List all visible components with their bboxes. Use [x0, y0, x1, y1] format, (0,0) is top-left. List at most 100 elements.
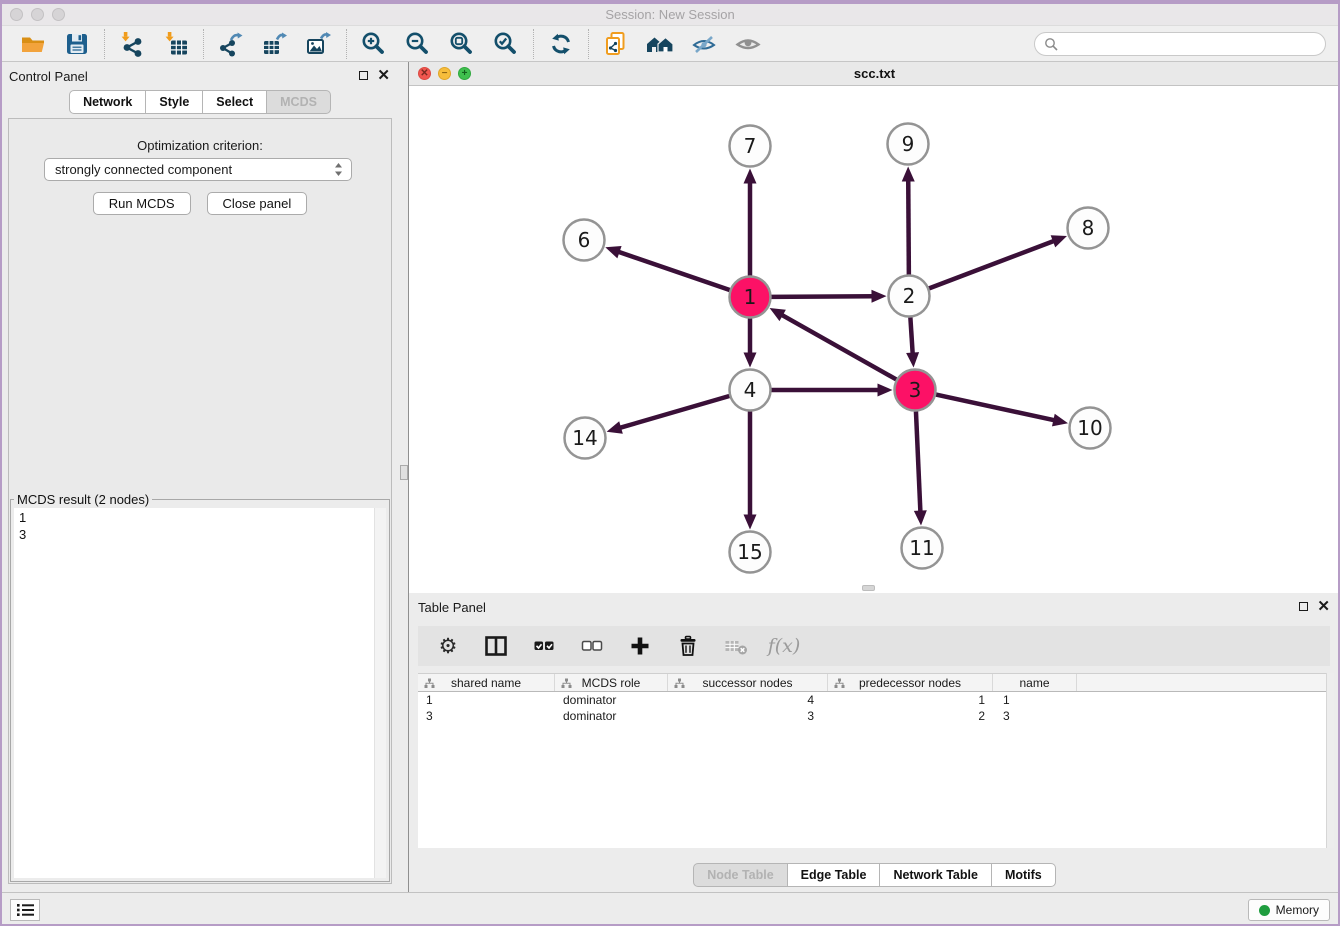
close-window-button[interactable] — [10, 8, 23, 21]
edge-4-14[interactable] — [619, 396, 729, 428]
network-zoom-button[interactable]: + — [458, 67, 471, 80]
tab-network[interactable]: Network — [69, 90, 146, 114]
minimize-window-button[interactable] — [31, 8, 44, 21]
tab-network-table[interactable]: Network Table — [880, 863, 992, 887]
edge-2-3[interactable] — [910, 317, 912, 354]
edge-3-10[interactable] — [936, 395, 1055, 421]
table-cell[interactable]: dominator — [555, 708, 668, 724]
delete-table-button[interactable] — [723, 633, 749, 659]
hide-graphics-details-button[interactable] — [690, 30, 718, 58]
import-network-icon — [119, 31, 145, 57]
tab-motifs[interactable]: Motifs — [992, 863, 1056, 887]
table-cell[interactable]: 3 — [418, 708, 555, 724]
export-network-icon — [218, 31, 244, 57]
show-graphics-details-button[interactable] — [734, 30, 762, 58]
table-cell[interactable]: 3 — [668, 708, 828, 724]
save-session-button[interactable] — [63, 30, 91, 58]
close-control-panel-button[interactable]: ✕ — [377, 70, 390, 82]
table-settings-button[interactable]: ⚙ — [435, 633, 461, 659]
splitter-grabber[interactable] — [400, 465, 408, 480]
open-session-button[interactable] — [19, 30, 47, 58]
edge-1-6[interactable] — [618, 252, 730, 290]
float-table-panel-button[interactable] — [1299, 599, 1308, 614]
import-table-button[interactable] — [162, 30, 190, 58]
table-cell[interactable]: 1 — [993, 692, 1077, 708]
network-window-titlebar[interactable]: ✕ − + scc.txt — [409, 62, 1340, 86]
tab-select[interactable]: Select — [203, 90, 267, 114]
table-cell[interactable]: dominator — [555, 692, 668, 708]
export-network-button[interactable] — [217, 30, 245, 58]
network-minimize-button[interactable]: − — [438, 67, 451, 80]
edge-arrowhead — [1052, 414, 1068, 427]
zoom-fit-button[interactable] — [448, 30, 476, 58]
table-row[interactable]: 1dominator411 — [418, 692, 1334, 708]
search-box — [1034, 32, 1326, 56]
hide-all-columns-button[interactable] — [579, 633, 605, 659]
table-scrollbar[interactable] — [1326, 673, 1334, 848]
zoom-in-button[interactable] — [360, 30, 388, 58]
show-all-columns-button[interactable] — [531, 633, 557, 659]
table-cell[interactable]: 1 — [418, 692, 555, 708]
tab-node-table[interactable]: Node Table — [693, 863, 787, 887]
delete-column-button[interactable] — [675, 633, 701, 659]
tab-edge-table[interactable]: Edge Table — [788, 863, 881, 887]
column-header-predecessor-nodes[interactable]: predecessor nodes — [828, 674, 993, 691]
application-window: Session: New Session — [0, 0, 1340, 926]
create-column-button[interactable] — [627, 633, 653, 659]
column-header-shared-name[interactable]: shared name — [418, 674, 555, 691]
float-control-panel-button[interactable] — [359, 68, 368, 83]
edge-1-2[interactable] — [771, 296, 873, 297]
run-mcds-button[interactable]: Run MCDS — [93, 192, 191, 215]
zoom-window-button[interactable] — [52, 8, 65, 21]
node-label: 11 — [909, 536, 934, 560]
export-image-button[interactable] — [305, 30, 333, 58]
edge-2-9[interactable] — [908, 179, 909, 274]
title-bar: Session: New Session — [0, 4, 1340, 26]
tab-style[interactable]: Style — [146, 90, 203, 114]
edge-3-1[interactable] — [781, 314, 896, 379]
criterion-select[interactable]: strongly connected component — [44, 158, 352, 181]
float-icon — [1299, 602, 1308, 611]
column-header-successor-nodes[interactable]: successor nodes — [668, 674, 828, 691]
refresh-view-button[interactable] — [547, 30, 575, 58]
table-cell[interactable]: 1 — [828, 692, 993, 708]
task-history-button[interactable] — [10, 899, 40, 921]
search-input[interactable] — [1058, 37, 1316, 52]
column-header-name[interactable]: name — [993, 674, 1077, 691]
node-label: 4 — [744, 378, 757, 402]
split-table-button[interactable] — [483, 633, 509, 659]
close-table-panel-button[interactable]: ✕ — [1317, 601, 1330, 613]
zoom-out-button[interactable] — [404, 30, 432, 58]
result-scrollbar[interactable] — [374, 508, 386, 878]
vertical-splitter[interactable] — [400, 62, 409, 892]
export-table-button[interactable] — [261, 30, 289, 58]
horizontal-splitter-grabber[interactable] — [862, 585, 875, 591]
table-body: 1dominator4113dominator323 — [418, 692, 1334, 724]
import-network-button[interactable] — [118, 30, 146, 58]
tab-mcds[interactable]: MCDS — [267, 90, 331, 114]
network-close-button[interactable]: ✕ — [418, 67, 431, 80]
table-cell[interactable]: 2 — [828, 708, 993, 724]
function-builder-button[interactable]: f(x) — [771, 633, 797, 659]
memory-button[interactable]: Memory — [1248, 899, 1330, 921]
node-label: 7 — [744, 134, 757, 158]
import-table-icon — [163, 31, 189, 57]
table-cell[interactable]: 4 — [668, 692, 828, 708]
close-mcds-panel-button[interactable]: Close panel — [207, 192, 308, 215]
status-bar: Memory — [0, 892, 1340, 926]
zoom-fit-icon — [449, 31, 475, 57]
network-overview-button[interactable] — [646, 30, 674, 58]
edge-arrowhead — [744, 169, 757, 184]
table-cell[interactable]: 3 — [993, 708, 1077, 724]
table-row[interactable]: 3dominator323 — [418, 708, 1334, 724]
column-header-mcds-role[interactable]: MCDS role — [555, 674, 668, 691]
zoom-selected-button[interactable] — [492, 30, 520, 58]
edge-2-8[interactable] — [929, 241, 1055, 289]
network-canvas[interactable]: 7968124314101511 — [409, 86, 1340, 593]
mcds-result-area[interactable]: 1 3 — [14, 508, 386, 878]
zoom-selected-icon — [493, 31, 519, 57]
edge-3-11[interactable] — [916, 411, 920, 512]
edge-arrowhead — [744, 515, 757, 530]
edge-arrowhead — [1051, 235, 1067, 247]
clone-network-button[interactable] — [602, 30, 630, 58]
